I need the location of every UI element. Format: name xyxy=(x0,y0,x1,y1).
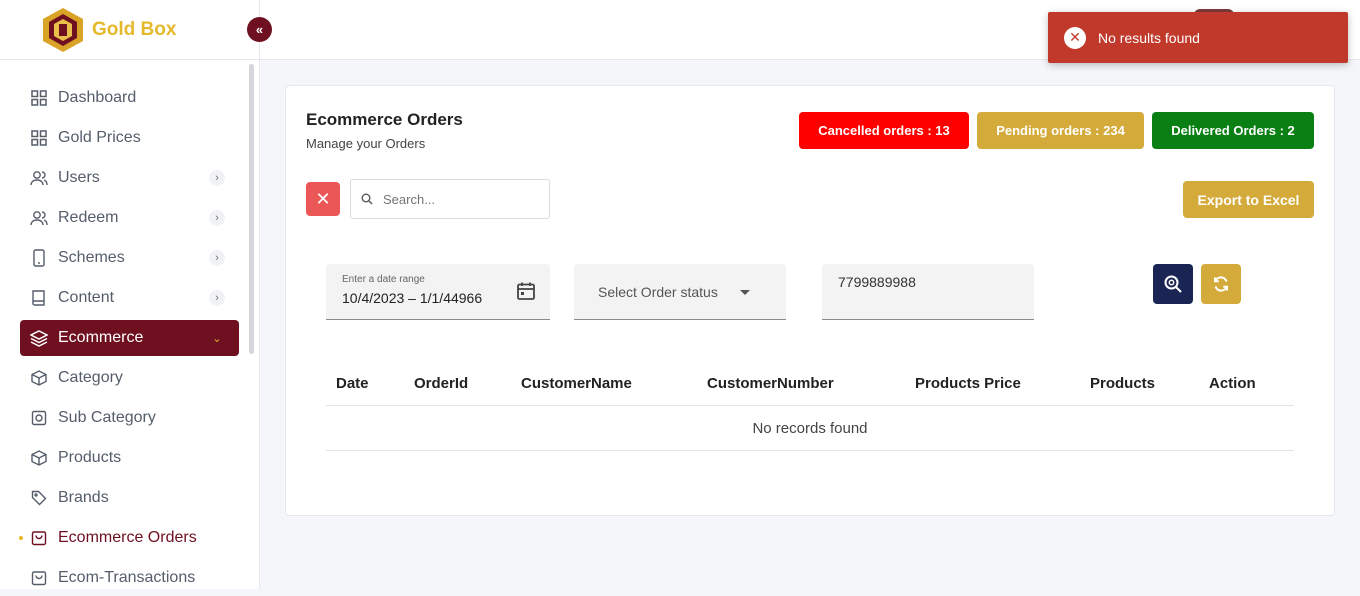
sidebar-item-label: Products xyxy=(58,449,122,466)
sidebar-item-ecommerce[interactable]: Ecommerce ⌄ xyxy=(20,320,239,356)
sidebar-item-label: Ecom-Transactions xyxy=(58,569,196,586)
empty-table-message: No records found xyxy=(326,406,1294,451)
customer-number-field[interactable]: 7799889988 xyxy=(822,264,1034,320)
sidebar-item-content[interactable]: Content › xyxy=(20,280,239,316)
box-icon xyxy=(30,449,48,467)
sidebar-item-schemes[interactable]: Schemes › xyxy=(20,240,239,276)
shopping-bag-icon xyxy=(30,569,48,587)
sidebar-item-dashboard[interactable]: Dashboard xyxy=(20,80,239,116)
book-icon xyxy=(30,289,48,307)
column-header-products-price[interactable]: Products Price xyxy=(915,375,1021,392)
column-header-products[interactable]: Products xyxy=(1090,375,1155,392)
sidebar: Gold Box Dashboard Gold Prices Users › R… xyxy=(0,0,260,589)
brand[interactable]: Gold Box xyxy=(0,0,259,60)
sidebar-item-label: Content xyxy=(58,289,115,306)
customer-number-value: 7799889988 xyxy=(838,274,916,290)
order-status-select[interactable]: Select Order status xyxy=(574,264,786,320)
tag-icon xyxy=(30,489,48,507)
page-title: Ecommerce Orders xyxy=(306,110,463,129)
sidebar-item-sub-category[interactable]: Sub Category xyxy=(20,400,239,436)
search-box xyxy=(350,179,550,219)
date-range-value: 10/4/2023 – 1/1/44966 xyxy=(342,290,483,306)
chevron-down-icon: ⌄ xyxy=(212,332,222,345)
chevron-right-icon: › xyxy=(209,290,225,306)
clear-search-button[interactable]: ✕ xyxy=(306,182,340,216)
date-range-label: Enter a date range xyxy=(342,274,425,285)
sidebar-item-label: Gold Prices xyxy=(58,129,141,146)
column-header-customer-number[interactable]: CustomerNumber xyxy=(707,375,834,392)
sidebar-item-ecommerce-orders[interactable]: Ecommerce Orders xyxy=(19,520,239,556)
gold-box-logo xyxy=(43,7,83,52)
search-input[interactable] xyxy=(383,191,533,207)
refresh-icon xyxy=(1214,276,1228,292)
cube-icon xyxy=(30,369,48,387)
cancelled-orders-badge[interactable]: Cancelled orders : 13 xyxy=(799,112,969,149)
active-dot xyxy=(19,536,23,540)
users-icon xyxy=(30,209,48,227)
export-to-excel-button[interactable]: Export to Excel xyxy=(1183,181,1314,218)
column-header-customer-name[interactable]: CustomerName xyxy=(521,375,632,392)
sidebar-item-products[interactable]: Products xyxy=(20,440,239,476)
sidebar-item-label: Users xyxy=(58,169,100,186)
sidebar-item-label: Category xyxy=(58,369,123,386)
grid-icon xyxy=(30,129,48,147)
column-header-order-id[interactable]: OrderId xyxy=(414,375,468,392)
calendar-icon[interactable] xyxy=(516,281,536,301)
sidebar-item-gold-prices[interactable]: Gold Prices xyxy=(20,120,239,156)
double-chevron-left-icon: « xyxy=(255,22,264,37)
sidebar-scrollbar[interactable] xyxy=(249,64,254,354)
collapse-sidebar-button[interactable]: « xyxy=(247,17,272,42)
sidebar-item-label: Dashboard xyxy=(58,89,137,106)
layers-icon xyxy=(30,329,48,347)
grid-icon xyxy=(30,89,48,107)
sidebar-item-category[interactable]: Category xyxy=(20,360,239,396)
users-icon xyxy=(30,169,48,187)
date-range-field[interactable]: Enter a date range 10/4/2023 – 1/1/44966 xyxy=(326,264,550,320)
sidebar-item-ecom-transactions[interactable]: Ecom-Transactions xyxy=(20,560,239,596)
close-icon: ✕ xyxy=(315,188,331,209)
chevron-right-icon: › xyxy=(209,210,225,226)
delivered-orders-badge[interactable]: Delivered Orders : 2 xyxy=(1152,112,1314,149)
brand-name: Gold Box xyxy=(92,18,177,40)
page-subtitle: Manage your Orders xyxy=(306,136,426,151)
zoom-search-icon xyxy=(1164,275,1182,293)
sidebar-item-label: Sub Category xyxy=(58,409,156,426)
pending-orders-badge[interactable]: Pending orders : 234 xyxy=(977,112,1144,149)
sidebar-item-label: Schemes xyxy=(58,249,125,266)
sidebar-item-label: Brands xyxy=(58,489,109,506)
column-header-date[interactable]: Date xyxy=(336,375,369,392)
sidebar-item-users[interactable]: Users › xyxy=(20,160,239,196)
toast-message: No results found xyxy=(1098,29,1200,46)
sidebar-item-label: Ecommerce Orders xyxy=(58,529,197,546)
sidebar-item-label: Redeem xyxy=(58,209,119,226)
orders-card: Ecommerce Orders Manage your Orders Canc… xyxy=(285,85,1335,516)
sidebar-item-label: Ecommerce xyxy=(58,329,144,346)
sidebar-item-redeem[interactable]: Redeem › xyxy=(20,200,239,236)
chevron-right-icon: › xyxy=(209,250,225,266)
error-toast[interactable]: ✕ No results found xyxy=(1048,12,1348,63)
search-icon xyxy=(361,193,373,205)
order-status-placeholder: Select Order status xyxy=(598,284,718,300)
chevron-right-icon: › xyxy=(209,170,225,186)
shopping-bag-icon xyxy=(30,529,48,547)
refresh-button[interactable] xyxy=(1201,264,1241,304)
orders-table-header: Date OrderId CustomerName CustomerNumber… xyxy=(326,366,1294,406)
column-header-action: Action xyxy=(1209,375,1256,392)
dropdown-arrow-icon xyxy=(740,290,750,295)
phone-icon xyxy=(30,249,48,267)
safe-icon xyxy=(30,409,48,427)
search-button[interactable] xyxy=(1153,264,1193,304)
sidebar-item-brands[interactable]: Brands xyxy=(20,480,239,516)
error-icon: ✕ xyxy=(1064,26,1086,49)
sidebar-nav: Dashboard Gold Prices Users › Redeem › S… xyxy=(0,60,259,596)
